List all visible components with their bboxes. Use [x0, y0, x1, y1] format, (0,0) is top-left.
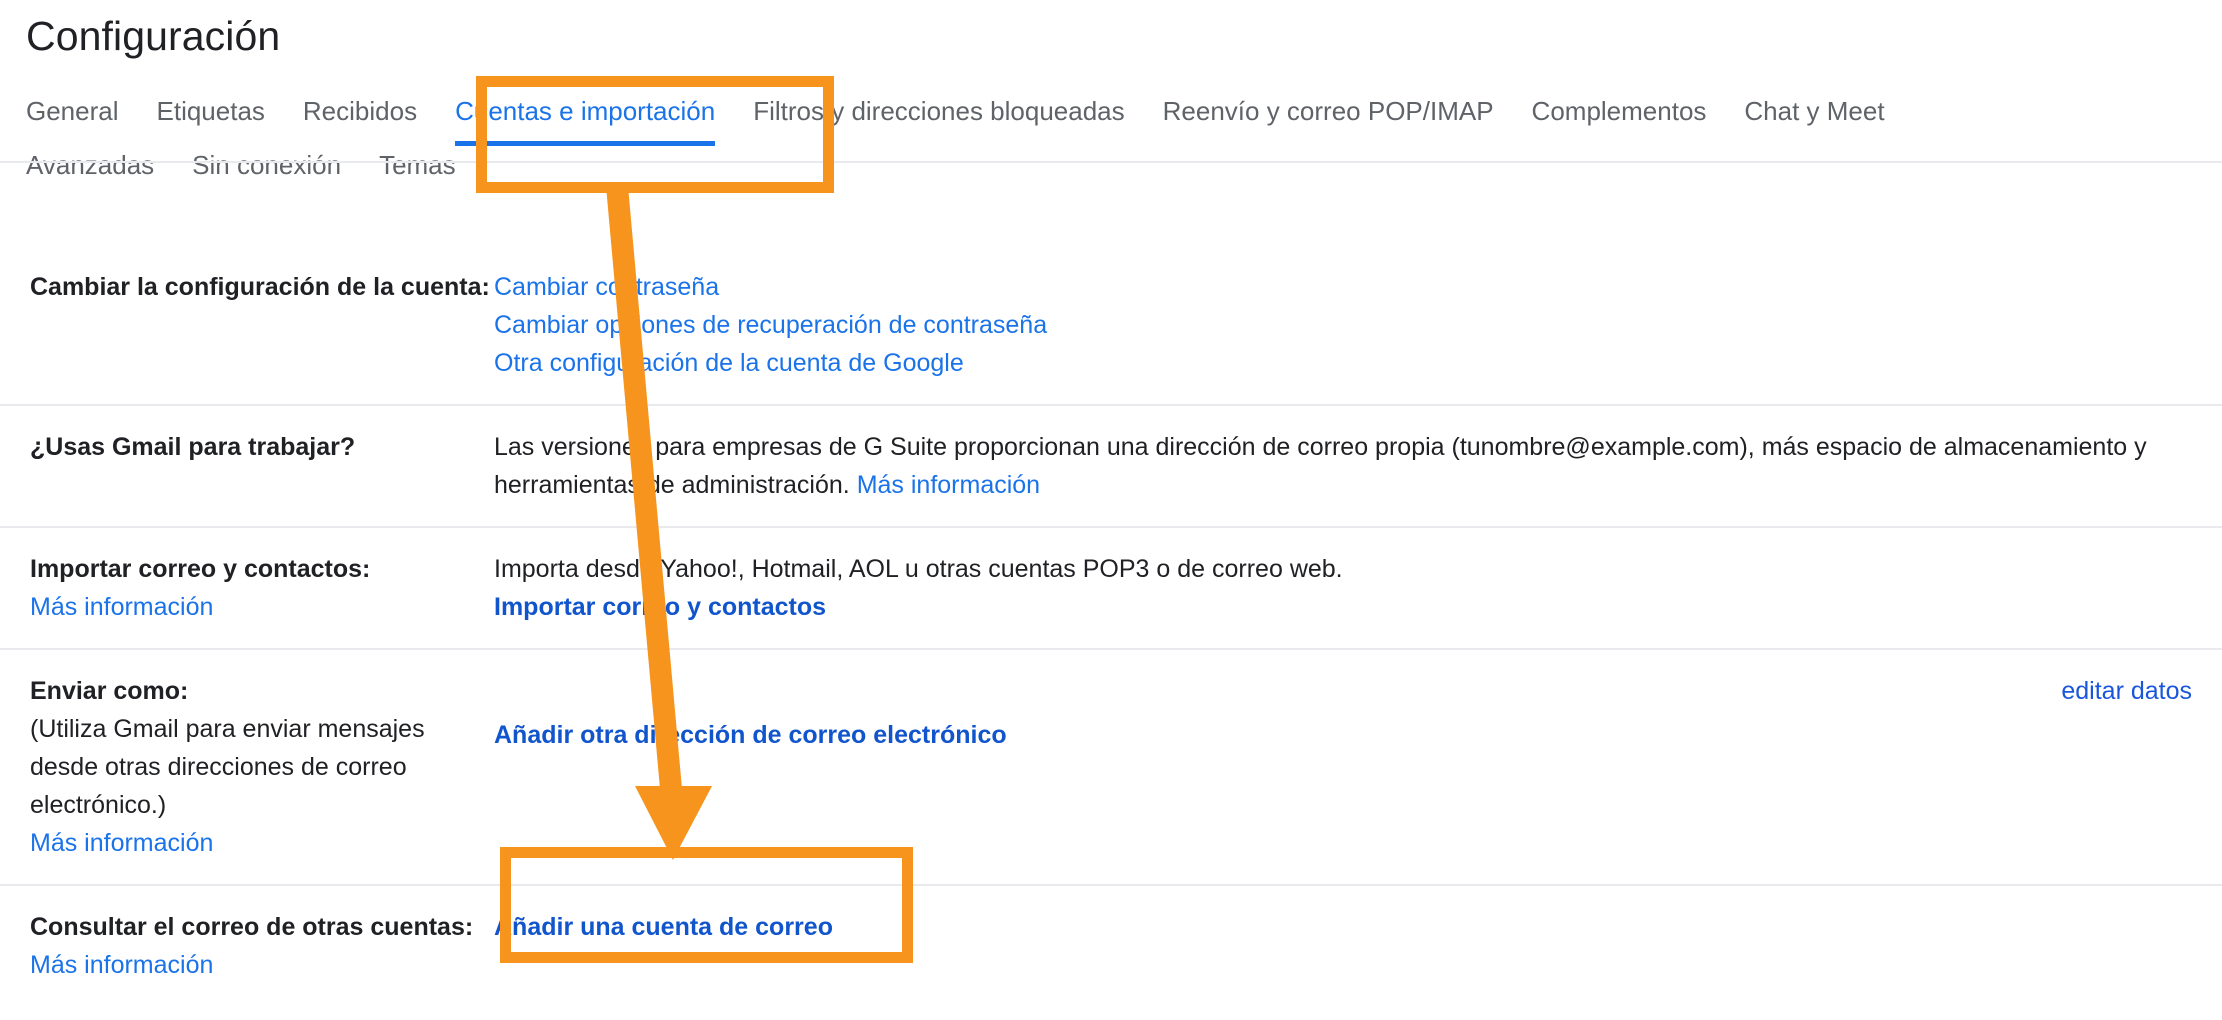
row-label: Consultar el correo de otras cuentas: — [30, 913, 474, 941]
tab-label: Recibidos — [302, 96, 418, 126]
tabs-row-2: Avanzadas Sin conexión Temas — [0, 138, 2222, 192]
tab-recibidos[interactable]: Recibidos — [303, 84, 437, 138]
link-otra-configuracion-cuenta-google[interactable]: Otra configuración de la cuenta de Googl… — [494, 344, 2192, 382]
tab-label: Sin conexión — [192, 150, 342, 180]
settings-tabs: General Etiquetas Recibidos Cuentas e im… — [0, 84, 2222, 192]
tab-label: Temas — [379, 150, 456, 180]
tab-filtros-y-direcciones-bloqueadas[interactable]: Filtros y direcciones bloqueadas — [753, 84, 1144, 138]
tab-label: Chat y Meet — [1744, 96, 1885, 126]
tab-label: Cuentas e importación — [455, 96, 716, 126]
tab-cuentas-e-importacion[interactable]: Cuentas e importación — [455, 84, 735, 146]
row-body-cell: Las versiones para empresas de G Suite p… — [494, 428, 2222, 504]
row-label-cell: ¿Usas Gmail para trabajar? — [0, 428, 494, 466]
tab-label: Etiquetas — [156, 96, 265, 126]
row-label-cell: Importar correo y contactos: Más informa… — [0, 550, 494, 626]
tab-label: Reenvío y correo POP/IMAP — [1162, 96, 1494, 126]
settings-page: Configuración General Etiquetas Recibido… — [0, 0, 2222, 1020]
row-account-settings: Cambiar la configuración de la cuenta: C… — [0, 246, 2222, 406]
tab-complementos[interactable]: Complementos — [1532, 84, 1727, 138]
link-mas-informacion-importar[interactable]: Más información — [30, 588, 494, 626]
tab-sin-conexion[interactable]: Sin conexión — [192, 138, 361, 192]
tab-general[interactable]: General — [26, 84, 139, 138]
row-label-cell: Enviar como: (Utiliza Gmail para enviar … — [0, 672, 494, 862]
link-mas-informacion-gsuite[interactable]: Más información — [857, 471, 1040, 499]
tab-label: Avanzadas — [26, 150, 155, 180]
link-mas-informacion-enviar-como[interactable]: Más información — [30, 824, 494, 862]
link-cambiar-opciones-recuperacion[interactable]: Cambiar opciones de recuperación de cont… — [494, 306, 2192, 344]
import-description: Importa desde Yahoo!, Hotmail, AOL u otr… — [494, 555, 1343, 583]
tabs-bottom-divider — [0, 161, 2222, 163]
tabs-row-1: General Etiquetas Recibidos Cuentas e im… — [0, 84, 2222, 146]
tab-reenvio-y-correo-pop-imap[interactable]: Reenvío y correo POP/IMAP — [1163, 84, 1514, 138]
row-body-cell: Importa desde Yahoo!, Hotmail, AOL u otr… — [494, 550, 2222, 626]
tab-chat-y-meet[interactable]: Chat y Meet — [1744, 84, 1904, 138]
tab-etiquetas[interactable]: Etiquetas — [157, 84, 285, 138]
active-tab-underline — [455, 141, 716, 146]
link-editar-datos[interactable]: editar datos — [2061, 672, 2192, 710]
row-label: Enviar como: — [30, 677, 189, 705]
link-mas-informacion-consultar-correo[interactable]: Más información — [30, 946, 494, 984]
row-gmail-para-trabajar: ¿Usas Gmail para trabajar? Las versiones… — [0, 406, 2222, 528]
row-label: Importar correo y contactos: — [30, 555, 371, 583]
gsuite-description: Las versiones para empresas de G Suite p… — [494, 433, 2147, 499]
link-importar-correo-y-contactos[interactable]: Importar correo y contactos — [494, 588, 2192, 626]
tab-temas[interactable]: Temas — [379, 138, 476, 192]
row-body-cell: Cambiar contraseña Cambiar opciones de r… — [494, 268, 2222, 382]
link-anadir-una-cuenta-de-correo[interactable]: Añadir una cuenta de correo — [494, 913, 833, 941]
link-cambiar-contrasena[interactable]: Cambiar contraseña — [494, 268, 2192, 306]
page-title: Configuración — [26, 13, 281, 59]
enviar-como-note: (Utiliza Gmail para enviar mensajes desd… — [30, 715, 425, 819]
row-label-cell: Cambiar la configuración de la cuenta: — [0, 268, 494, 306]
row-label-cell: Consultar el correo de otras cuentas: Má… — [0, 908, 494, 984]
tab-label: Complementos — [1531, 96, 1707, 126]
tab-avanzadas[interactable]: Avanzadas — [26, 138, 174, 192]
link-anadir-otra-direccion-de-correo[interactable]: Añadir otra dirección de correo electrón… — [494, 716, 1007, 754]
settings-rows: Cambiar la configuración de la cuenta: C… — [0, 246, 2222, 1006]
row-label: Cambiar la configuración de la cuenta: — [30, 273, 490, 301]
row-body-cell: Añadir una cuenta de correo — [494, 908, 2222, 946]
row-consultar-correo-otras-cuentas: Consultar el correo de otras cuentas: Má… — [0, 886, 2222, 1006]
row-enviar-como: Enviar como: (Utiliza Gmail para enviar … — [0, 650, 2222, 886]
tab-label: Filtros y direcciones bloqueadas — [753, 96, 1125, 126]
tab-label: General — [26, 96, 119, 126]
row-importar-correo-y-contactos: Importar correo y contactos: Más informa… — [0, 528, 2222, 650]
row-label: ¿Usas Gmail para trabajar? — [30, 433, 356, 461]
row-body-cell: Añadir otra dirección de correo electrón… — [494, 672, 2222, 768]
